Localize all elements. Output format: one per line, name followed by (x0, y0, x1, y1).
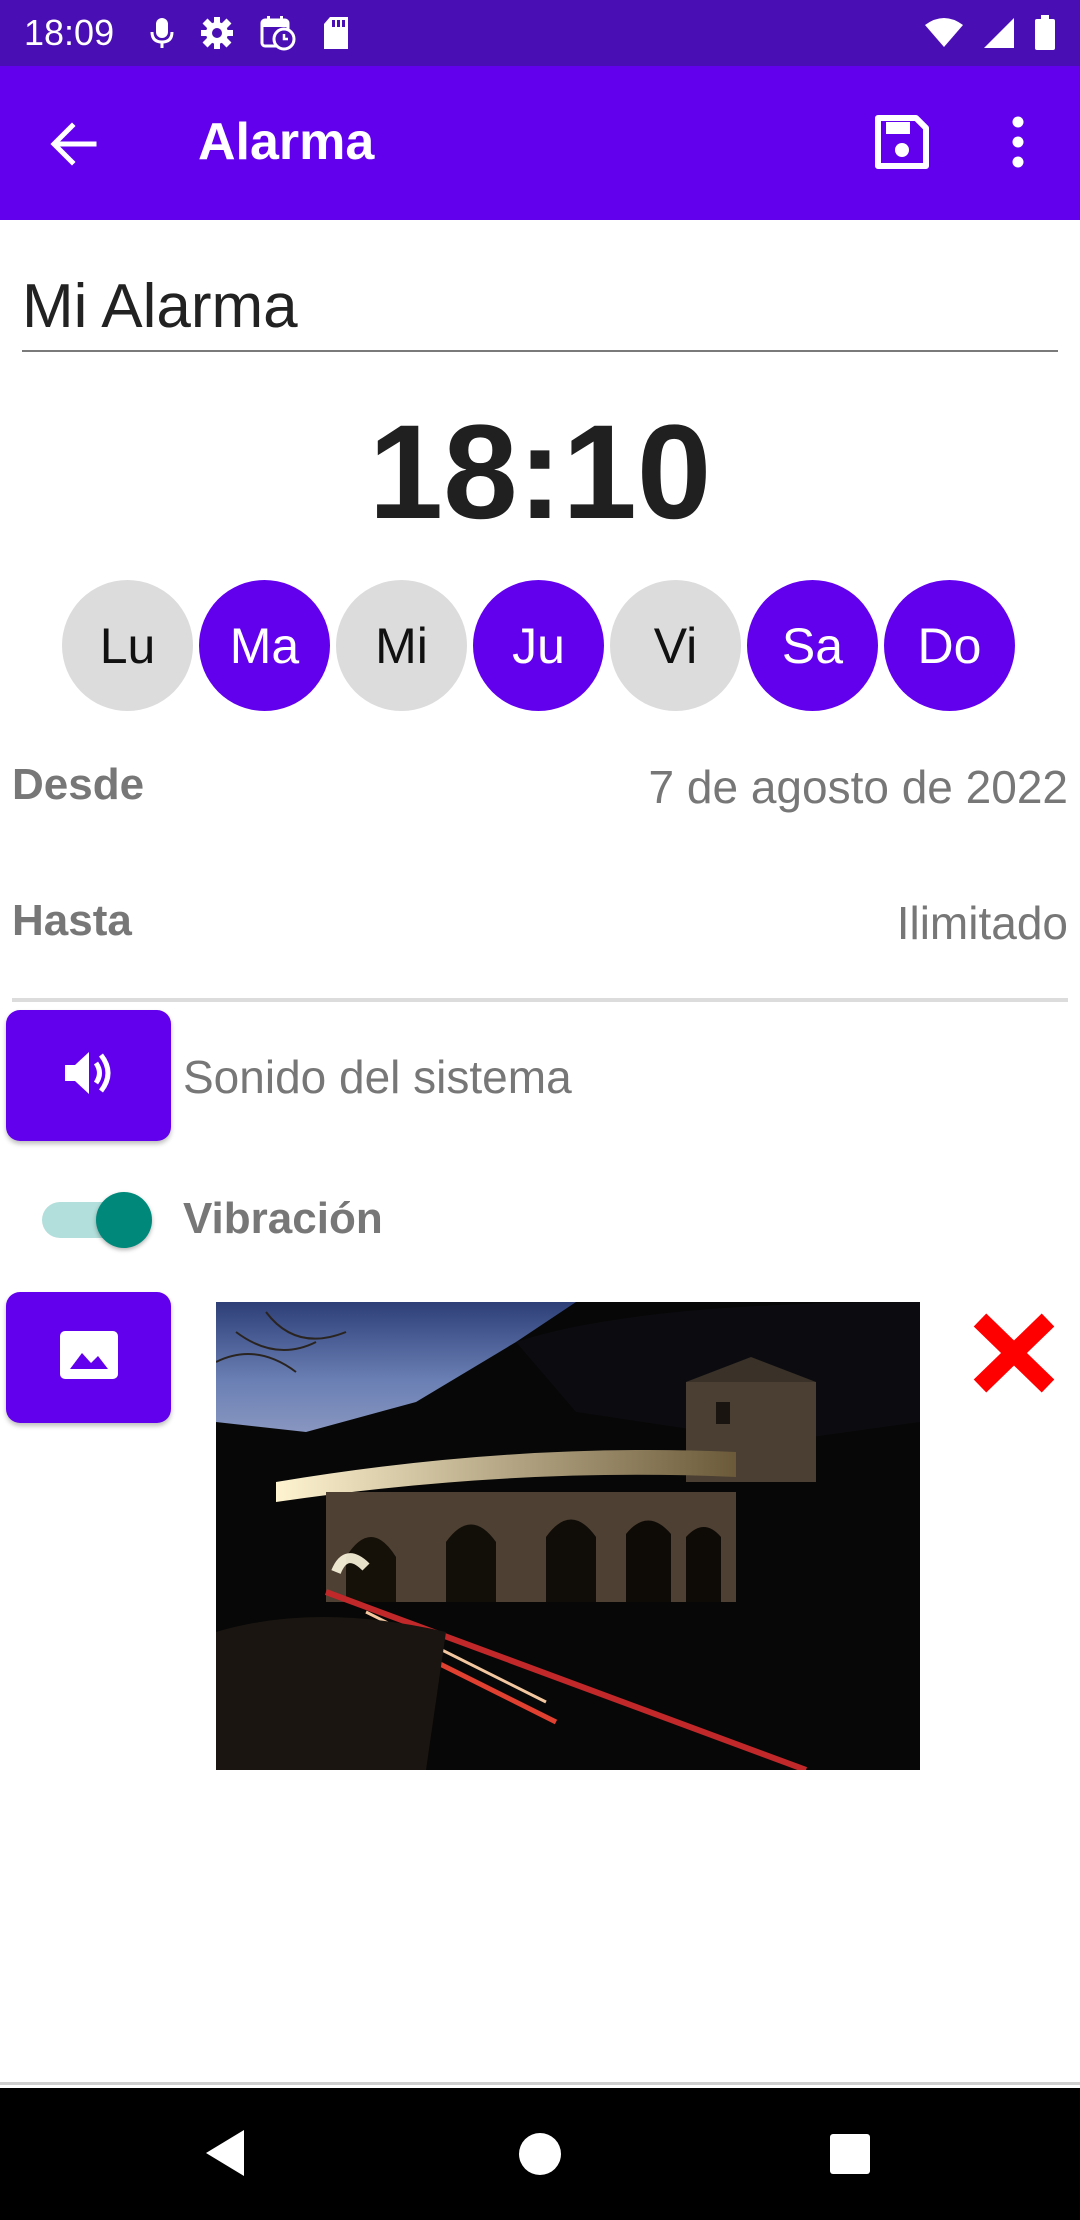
from-date[interactable]: 7 de agosto de 2022 (649, 760, 1068, 814)
divider (12, 998, 1068, 1002)
bottom-divider (0, 2082, 1080, 2085)
switch-thumb (96, 1192, 152, 1248)
day-lu[interactable]: Lu (62, 580, 193, 711)
until-label: Hasta (12, 896, 132, 945)
sound-label[interactable]: Sonido del sistema (183, 1050, 572, 1104)
vibration-switch[interactable] (40, 1192, 152, 1248)
alarm-photo (215, 1302, 920, 1773)
sd-card-icon (322, 16, 350, 50)
image-button[interactable] (6, 1292, 171, 1423)
day-do[interactable]: Do (884, 580, 1015, 711)
page-title: Alarma (198, 113, 375, 171)
close-icon[interactable] (970, 1310, 1058, 1396)
day-vi[interactable]: Vi (610, 580, 741, 711)
vibration-label: Vibración (183, 1194, 383, 1243)
more-vert-icon[interactable] (992, 112, 1044, 172)
save-icon[interactable] (872, 112, 932, 172)
day-ma[interactable]: Ma (199, 580, 330, 711)
status-time: 18:09 (24, 12, 115, 53)
mic-icon (150, 16, 174, 50)
alarm-calendar-icon (260, 15, 296, 51)
arrow-left-icon[interactable] (46, 116, 102, 172)
sound-button[interactable] (6, 1010, 171, 1141)
volume-icon (61, 1045, 117, 1106)
image-icon (58, 1329, 120, 1386)
alarm-time[interactable]: 18:10 (0, 396, 1080, 549)
day-ju[interactable]: Ju (473, 580, 604, 711)
battery-icon (1034, 15, 1056, 51)
wifi-icon (924, 17, 964, 49)
until-date[interactable]: Ilimitado (897, 896, 1068, 950)
signal-icon (982, 16, 1016, 50)
nav-back-icon[interactable] (204, 2128, 248, 2183)
gear-icon (200, 16, 234, 50)
alarm-name-input[interactable] (22, 262, 1058, 352)
app-bar: Alarma (0, 66, 1080, 220)
nav-home-icon[interactable] (518, 2132, 562, 2181)
status-bar: 18:09 (0, 0, 1080, 66)
day-sa[interactable]: Sa (747, 580, 878, 711)
navigation-bar (0, 2088, 1080, 2220)
day-selector: Lu Ma Mi Ju Vi Sa Do (62, 580, 1015, 711)
from-label: Desde (12, 760, 145, 809)
day-mi[interactable]: Mi (336, 580, 467, 711)
nav-recents-icon[interactable] (828, 2132, 872, 2181)
